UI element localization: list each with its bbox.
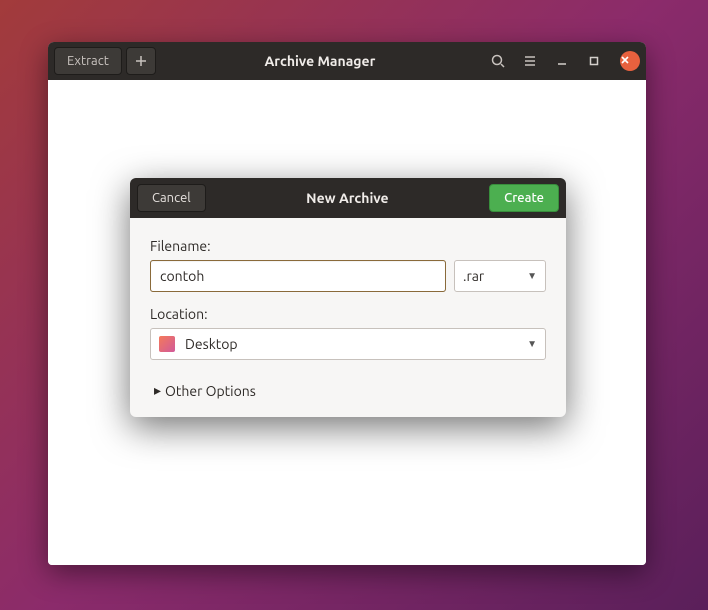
location-label: Location: [150, 306, 546, 322]
location-value: Desktop [185, 336, 238, 352]
add-files-button[interactable] [126, 47, 156, 75]
headerbar-left: Extract [54, 47, 156, 75]
plus-icon [135, 55, 147, 67]
extension-value: .rar [463, 268, 484, 284]
minimize-icon [557, 56, 567, 66]
chevron-down-icon: ▼ [527, 338, 537, 350]
new-archive-dialog: Cancel New Archive Create Filename: .rar… [130, 178, 566, 417]
dialog-header: Cancel New Archive Create [130, 178, 566, 218]
maximize-icon [589, 56, 599, 66]
window-title: Archive Manager [162, 53, 478, 69]
extract-button[interactable]: Extract [54, 47, 122, 75]
extension-select[interactable]: .rar ▼ [454, 260, 546, 292]
location-select[interactable]: Desktop ▼ [150, 328, 546, 360]
close-button[interactable] [620, 51, 640, 71]
other-options-label: Other Options [165, 383, 256, 399]
headerbar-right [484, 47, 640, 75]
create-button[interactable]: Create [489, 184, 559, 212]
menu-button[interactable] [516, 47, 544, 75]
minimize-button[interactable] [548, 47, 576, 75]
filename-label: Filename: [150, 238, 546, 254]
dialog-body: Filename: .rar ▼ Location: Desktop ▼ ▸ O… [130, 218, 566, 417]
dialog-title: New Archive [206, 190, 489, 206]
maximize-button[interactable] [580, 47, 608, 75]
other-options-expander[interactable]: ▸ Other Options [150, 382, 546, 399]
cancel-button[interactable]: Cancel [137, 184, 206, 212]
headerbar: Extract Archive Manager [48, 42, 646, 80]
chevron-down-icon: ▼ [527, 270, 537, 282]
chevron-right-icon: ▸ [154, 382, 161, 399]
hamburger-icon [523, 54, 537, 68]
folder-icon [159, 336, 175, 352]
filename-input[interactable] [150, 260, 446, 292]
close-icon [620, 55, 630, 65]
search-button[interactable] [484, 47, 512, 75]
filename-row: .rar ▼ [150, 260, 546, 292]
search-icon [491, 54, 505, 68]
